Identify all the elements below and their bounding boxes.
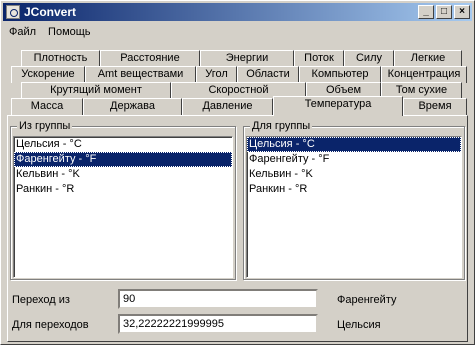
tab-temperature[interactable]: Температура [273, 96, 403, 116]
tab-distance[interactable]: Расстояние [100, 50, 200, 67]
tab-flow[interactable]: Поток [294, 50, 344, 67]
tab-angle[interactable]: Угол [196, 66, 237, 83]
tab-time[interactable]: Время [403, 98, 467, 115]
from-unit-list[interactable]: Цельсия - °C Фаренгейту - °F Кельвин - °… [13, 136, 233, 278]
title-bar[interactable]: JConvert _ □ × [3, 3, 472, 21]
from-unit-item[interactable]: Цельсия - °C [14, 137, 232, 152]
window-title: JConvert [24, 5, 77, 19]
to-unit-item[interactable]: Кельвин - °K [247, 167, 461, 182]
tab-amount-substance[interactable]: Amt веществами [85, 66, 196, 83]
tab-light[interactable]: Легкие [394, 50, 462, 67]
from-group: Из группы Цельсия - °C Фаренгейту - °F К… [10, 120, 236, 280]
to-value-output[interactable]: 32,22222221999995 [118, 314, 318, 334]
tab-torque[interactable]: Крутящий момент [21, 82, 171, 99]
tab-strip: Плотность Расстояние Энергии Поток Силу … [7, 46, 467, 118]
tab-panel-temperature: Из группы Цельсия - °C Фаренгейту - °F К… [7, 115, 468, 342]
from-unit-label: Фаренгейту [337, 294, 397, 306]
to-group-title: Для группы [250, 120, 313, 132]
to-unit-label: Цельсия [337, 319, 381, 331]
app-icon [6, 5, 20, 19]
from-unit-item[interactable]: Ранкин - °R [14, 182, 232, 197]
app-window: JConvert _ □ × Файл Помощь Плотность Рас… [0, 0, 475, 345]
to-group: Для группы Цельсия - °C Фаренгейту - °F … [243, 120, 465, 280]
tab-energy[interactable]: Энергии [200, 50, 294, 67]
tab-concentration[interactable]: Концентрация [381, 66, 467, 83]
menu-help[interactable]: Помощь [42, 26, 97, 38]
minimize-button[interactable]: _ [418, 5, 434, 19]
menu-file[interactable]: Файл [3, 26, 42, 38]
menu-bar: Файл Помощь [3, 23, 97, 41]
tab-acceleration[interactable]: Ускорение [11, 66, 85, 83]
tab-computer[interactable]: Компьютер [299, 66, 381, 83]
tab-area[interactable]: Области [237, 66, 299, 83]
from-unit-item[interactable]: Кельвин - °K [14, 167, 232, 182]
close-button[interactable]: × [454, 5, 470, 19]
to-unit-item[interactable]: Ранкин - °R [247, 182, 461, 197]
maximize-button[interactable]: □ [436, 5, 452, 19]
to-value-label: Для переходов [12, 319, 89, 331]
from-group-title: Из группы [17, 120, 73, 132]
to-unit-item[interactable]: Цельсия - °C [247, 137, 461, 152]
tab-pressure[interactable]: Давление [182, 98, 273, 115]
from-value-input[interactable]: 90 [118, 289, 318, 309]
from-unit-item[interactable]: Фаренгейту - °F [14, 152, 232, 167]
tab-mass[interactable]: Масса [11, 98, 83, 115]
to-unit-list[interactable]: Цельсия - °C Фаренгейту - °F Кельвин - °… [246, 136, 462, 278]
to-unit-item[interactable]: Фаренгейту - °F [247, 152, 461, 167]
tab-density[interactable]: Плотность [21, 50, 100, 67]
from-value-label: Переход из [12, 294, 70, 306]
tab-force[interactable]: Силу [344, 50, 394, 67]
tab-power[interactable]: Держава [83, 98, 182, 115]
